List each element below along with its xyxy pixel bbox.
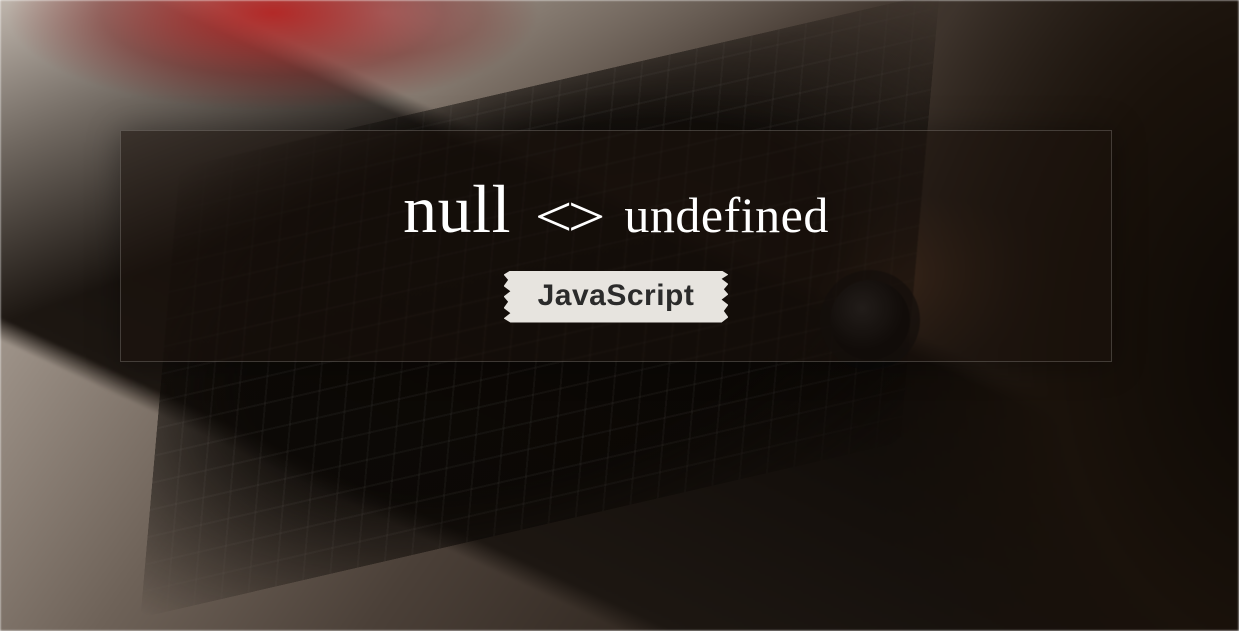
title-banner: null <> undefined JavaScript bbox=[120, 130, 1112, 362]
not-equal-icon: <> bbox=[535, 183, 601, 250]
headline-word-null: null bbox=[403, 170, 511, 249]
headline-word-undefined: undefined bbox=[624, 186, 828, 244]
headline-row: null <> undefined bbox=[403, 170, 829, 249]
language-tag: JavaScript bbox=[504, 271, 729, 323]
